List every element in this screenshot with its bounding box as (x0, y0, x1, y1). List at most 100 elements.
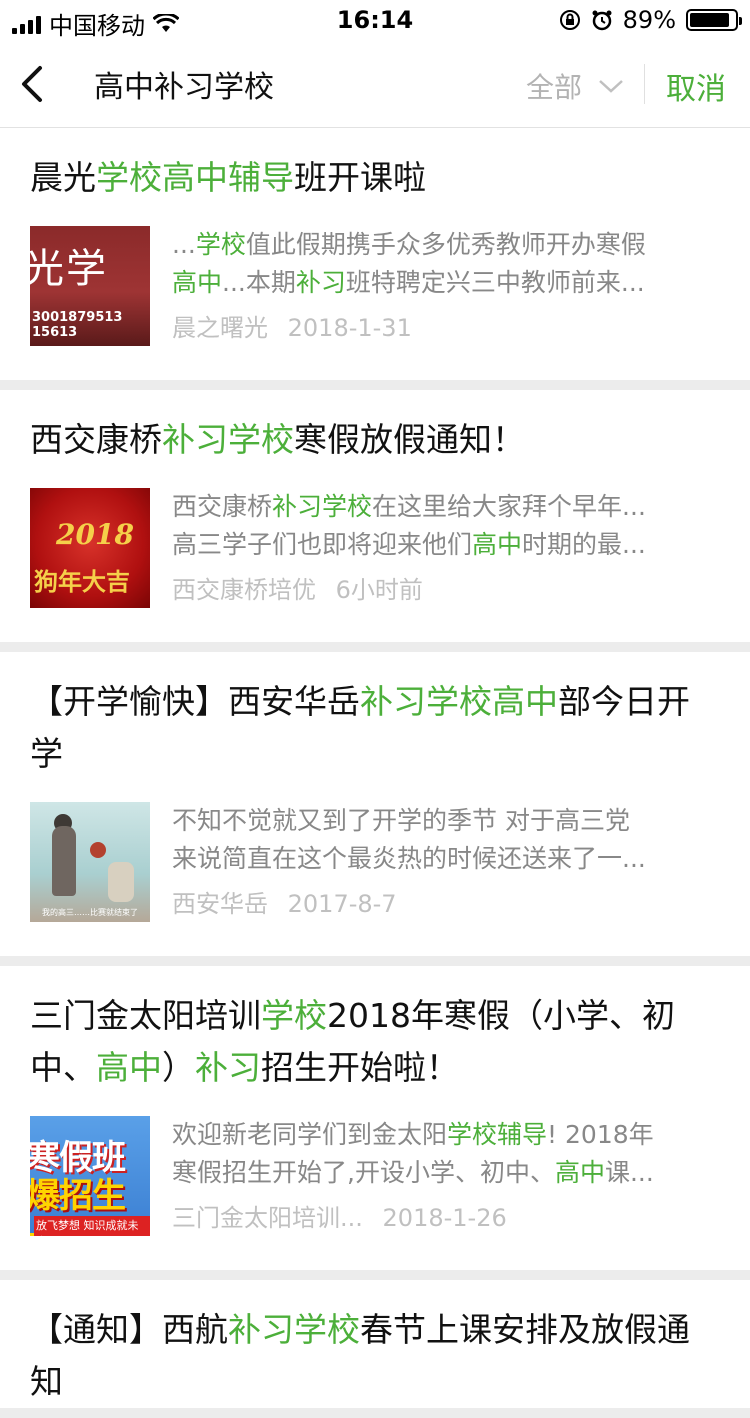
status-bar: 中国移动 16:14 89% (0, 0, 750, 40)
text-segment: ... (172, 230, 196, 259)
highlight-text: 辅导 (497, 1120, 548, 1149)
thumbnail-tag: 放飞梦想 知识成就未来 (34, 1216, 150, 1236)
text-segment: 三门金太阳培训 (30, 996, 261, 1035)
alarm-icon (592, 10, 612, 31)
highlight-text: 补习 (162, 420, 228, 459)
snippet-line: ...学校值此假期携手众多优秀教师开办寒假 (172, 226, 720, 264)
figure-shape (52, 826, 76, 896)
text-segment: 班特聘定兴三中教师前来... (345, 268, 645, 297)
highlight-text: 高中 (172, 268, 223, 297)
highlight-text: 高中 (472, 530, 523, 559)
result-body: 寒假班 爆招生中 放飞梦想 知识成就未来 欢迎新老同学们到金太阳学校辅导! 20… (0, 1094, 750, 1270)
highlight-text: 辅导 (228, 158, 294, 197)
highlight-text: 学校 (322, 492, 373, 521)
snippet-line: 高三学子们也即将迎来他们高中时期的最... (172, 526, 720, 564)
text-segment: ...本期 (222, 268, 296, 297)
result-date: 6小时前 (335, 576, 423, 604)
snippet-line: 来说简直在这个最炎热的时候还送来了一... (172, 840, 720, 878)
result-info: 不知不觉就又到了开学的季节 对于高三党 来说简直在这个最炎热的时候还送来了一...… (172, 802, 720, 922)
status-right: 89% (559, 6, 742, 34)
text-segment: 不知不觉就又到了开学的季节 对于高三党 (172, 806, 630, 835)
text-segment: 值此假期携手众多优秀教师开办寒假 (245, 230, 646, 259)
result-card[interactable]: 西交康桥补习学校寒假放假通知！ 2018 狗年大吉 西交康桥补习学校在这里给大家… (0, 390, 750, 642)
result-source: 晨之曙光 (172, 314, 268, 342)
search-results-list: 晨光学校高中辅导班开课啦 光学 3001879513 15613 ...学校值此… (0, 128, 750, 1418)
text-segment: 在这里给大家拜个早年... (372, 492, 646, 521)
result-thumbnail[interactable]: 光学 3001879513 15613 (30, 226, 150, 346)
result-card[interactable]: 【通知】西航补习学校春节上课安排及放假通知 (0, 1280, 750, 1408)
result-meta: 西安华岳 2017-8-7 (172, 884, 720, 919)
text-segment: 招生开始啦！ (261, 1048, 459, 1087)
result-body: 光学 3001879513 15613 ...学校值此假期携手众多优秀教师开办寒… (0, 204, 750, 380)
highlight-text: 补习 (228, 1310, 294, 1349)
text-segment: 班开课啦 (294, 158, 426, 197)
text-segment: 欢迎新老同学们到金太阳 (172, 1120, 448, 1149)
result-title[interactable]: 三门金太阳培训学校2018年寒假（小学、初中、高中）补习招生开始啦！ (0, 966, 750, 1094)
thumbnail-text: 光学 (30, 246, 108, 292)
text-segment: 寒假放假通知！ (294, 420, 525, 459)
filter-label: 全部 (526, 71, 583, 104)
search-query[interactable]: 高中补习学校 (94, 62, 274, 106)
figure-shape (108, 862, 134, 902)
result-thumbnail[interactable]: 2018 狗年大吉 (30, 488, 150, 608)
result-info: 欢迎新老同学们到金太阳学校辅导! 2018年寒假招生开始了,开设小学、初中、高中… (172, 1116, 720, 1236)
battery-percent: 89% (622, 6, 676, 34)
thumbnail-subtext: 我的高三……比赛就结束了 (42, 908, 138, 917)
result-card[interactable]: 三门金太阳培训学校2018年寒假（小学、初中、高中）补习招生开始啦！ 寒假班 爆… (0, 966, 750, 1270)
result-date: 2018-1-26 (382, 1204, 507, 1232)
highlight-text: 高中 (96, 1048, 162, 1087)
highlight-text: 学校 (426, 682, 492, 721)
result-info: ...学校值此假期携手众多优秀教师开办寒假 高中...本期补习班特聘定兴三中教师前… (172, 226, 720, 346)
back-chevron-icon[interactable] (18, 64, 48, 104)
highlight-text: 补习 (360, 682, 426, 721)
text-segment: ! 2018年 (547, 1120, 654, 1149)
result-snippet: 不知不觉就又到了开学的季节 对于高三党 来说简直在这个最炎热的时候还送来了一... (172, 802, 720, 878)
filter-dropdown[interactable]: 全部 (526, 66, 624, 106)
result-snippet: 欢迎新老同学们到金太阳学校辅导! 2018年寒假招生开始了,开设小学、初中、高中… (172, 1116, 720, 1192)
result-body: 我的高三……比赛就结束了 不知不觉就又到了开学的季节 对于高三党 来说简直在这个最… (0, 780, 750, 956)
result-title[interactable]: 晨光学校高中辅导班开课啦 (0, 128, 750, 204)
result-snippet: ...学校值此假期携手众多优秀教师开办寒假 高中...本期补习班特聘定兴三中教师前… (172, 226, 720, 302)
highlight-text: 学校 (447, 1120, 498, 1149)
thumbnail-subtext: 狗年大吉 (34, 567, 130, 596)
highlight-text: 高中 (554, 1158, 605, 1187)
highlight-text: 高中 (492, 682, 558, 721)
result-title[interactable]: 西交康桥补习学校寒假放假通知！ (0, 390, 750, 466)
result-source: 西安华岳 (172, 890, 268, 918)
result-title[interactable]: 【开学愉快】西安华岳补习学校高中部今日开学 (0, 652, 750, 780)
text-segment: 西交康桥 (172, 492, 273, 521)
result-body: 2018 狗年大吉 西交康桥补习学校在这里给大家拜个早年... 高三学子们也即将迎… (0, 466, 750, 642)
nav-divider (644, 64, 645, 104)
result-card[interactable]: 【开学愉快】西安华岳补习学校高中部今日开学 我的高三……比赛就结束了 不知不觉就… (0, 652, 750, 956)
result-source: 西交康桥培优 (172, 576, 316, 604)
highlight-text: 补习 (272, 492, 323, 521)
snippet-line: 寒假招生开始了,开设小学、初中、高中课... (172, 1154, 720, 1192)
highlight-text: 补习 (195, 1048, 261, 1087)
snippet-line: 西交康桥补习学校在这里给大家拜个早年... (172, 488, 720, 526)
result-title[interactable]: 【通知】西航补习学校春节上课安排及放假通知 (0, 1280, 750, 1408)
text-segment: 来说简直在这个最炎热的时候还送来了一... (172, 844, 646, 873)
text-segment: 【通知】西航 (30, 1310, 228, 1349)
result-card[interactable]: 晨光学校高中辅导班开课啦 光学 3001879513 15613 ...学校值此… (0, 128, 750, 380)
battery-fill (690, 13, 730, 27)
rotation-lock-icon (559, 10, 580, 30)
result-thumbnail[interactable]: 我的高三……比赛就结束了 (30, 802, 150, 922)
text-segment: 时期的最... (522, 530, 646, 559)
text-segment: 晨光 (30, 158, 96, 197)
highlight-text: 补习 (295, 268, 346, 297)
snippet-line: 不知不觉就又到了开学的季节 对于高三党 (172, 802, 720, 840)
highlight-text: 学校 (228, 420, 294, 459)
highlight-text: 高中 (162, 158, 228, 197)
result-meta: 晨之曙光 2018-1-31 (172, 308, 720, 343)
highlight-text: 学校 (195, 230, 246, 259)
highlight-text: 学校 (96, 158, 162, 197)
cancel-button[interactable]: 取消 (666, 64, 726, 108)
result-thumbnail[interactable]: 寒假班 爆招生中 放飞梦想 知识成就未来 (30, 1116, 150, 1236)
text-segment: 【开学愉快】西安华岳 (30, 682, 360, 721)
text-segment: 课... (604, 1158, 654, 1187)
result-info: 西交康桥补习学校在这里给大家拜个早年... 高三学子们也即将迎来他们高中时期的最.… (172, 488, 720, 608)
text-segment: ） (162, 1048, 195, 1087)
text-segment: 寒假招生开始了,开设小学、初中、 (172, 1158, 555, 1187)
text-segment: 高三学子们也即将迎来他们 (172, 530, 473, 559)
highlight-text: 学校 (294, 1310, 360, 1349)
